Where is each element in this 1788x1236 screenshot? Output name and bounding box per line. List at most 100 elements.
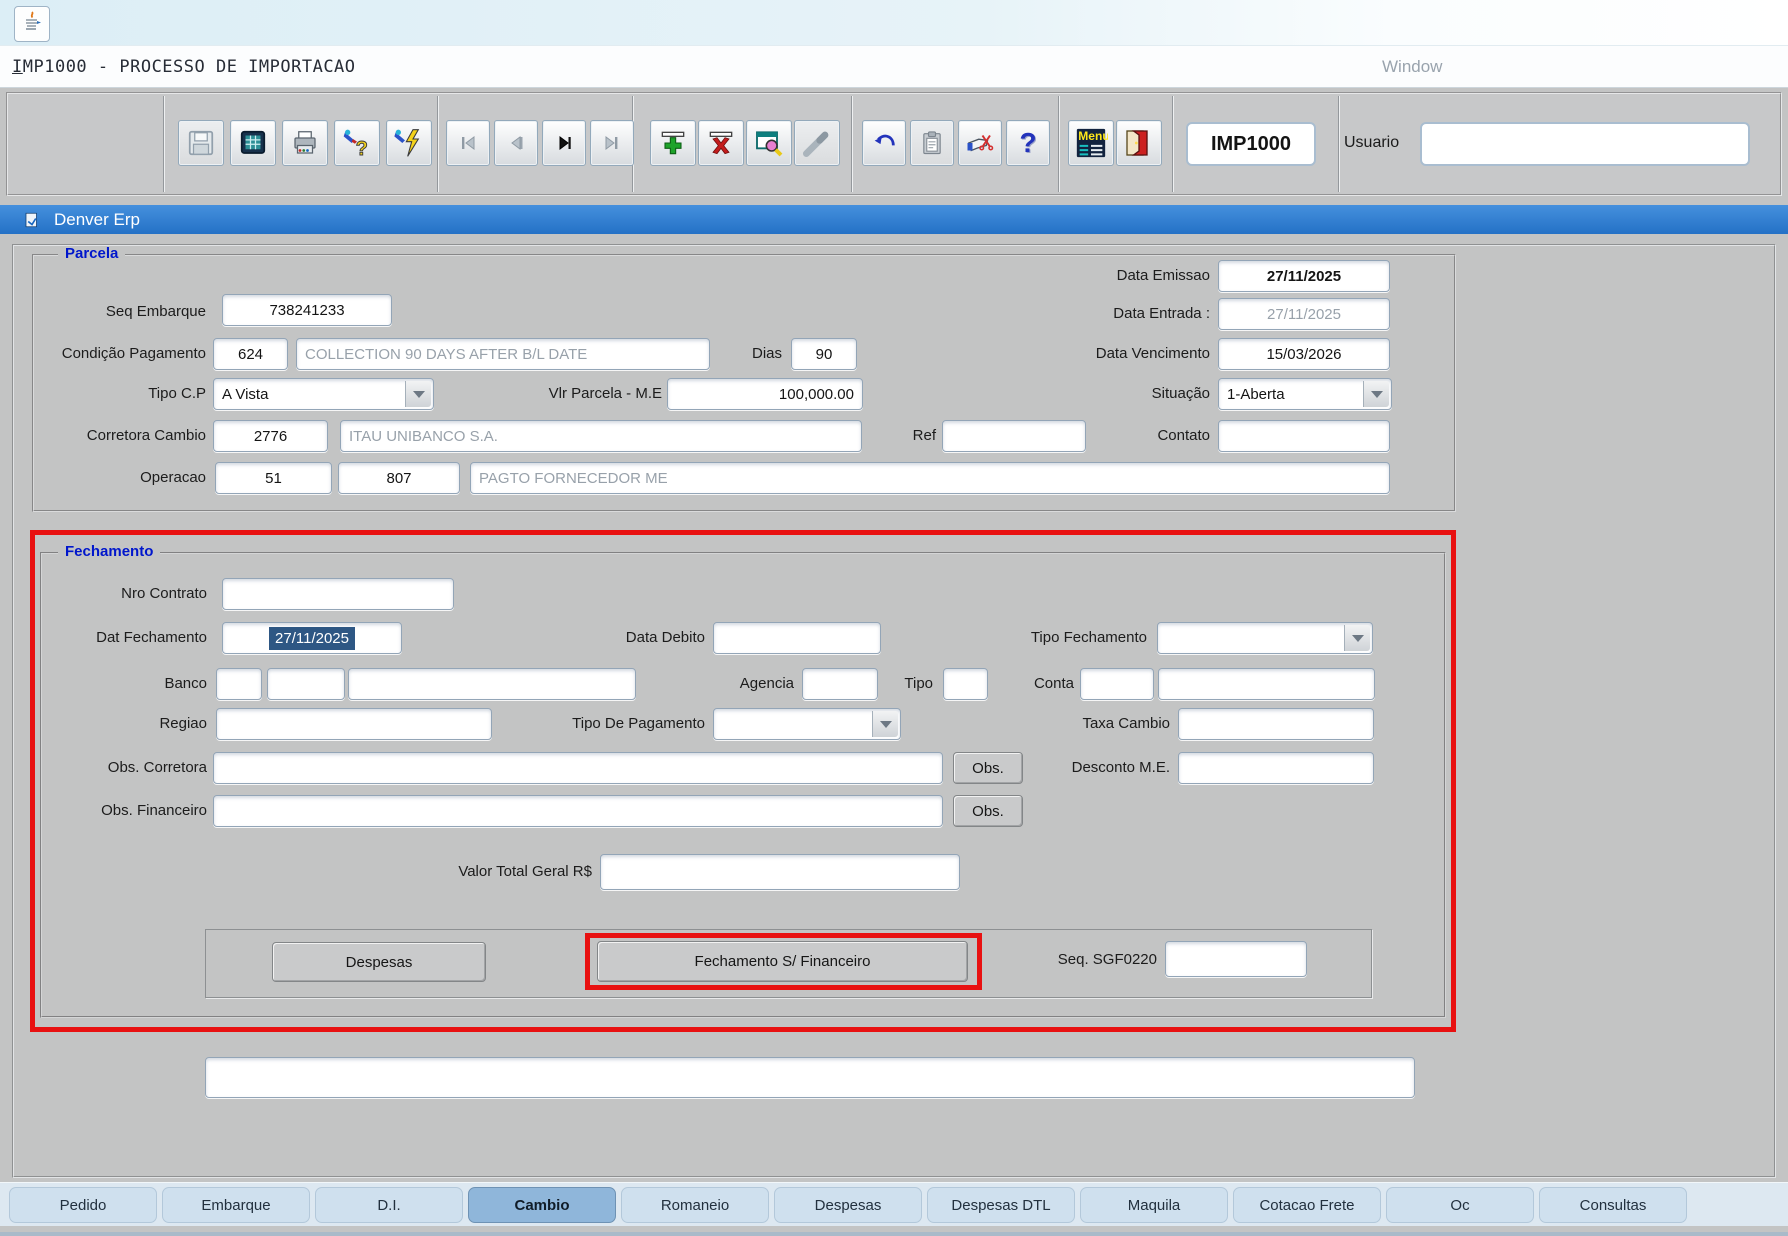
obs-financeiro-label: Obs. Financeiro — [27, 795, 207, 827]
exit-button[interactable] — [1116, 120, 1162, 166]
wand-icon — [801, 127, 833, 159]
nav-prev-button[interactable] — [494, 120, 538, 166]
operacao-code2-field[interactable]: 807 — [338, 462, 460, 494]
brush-question-icon: ? — [341, 127, 373, 159]
tab-embarque[interactable]: Embarque — [162, 1187, 310, 1223]
message-bar-field[interactable] — [205, 1057, 1415, 1098]
seq-sgf0220-field[interactable] — [1165, 941, 1307, 977]
java-coffee-icon — [20, 10, 44, 39]
data-debito-field[interactable] — [713, 622, 881, 654]
data-vencimento-field[interactable]: 15/03/2026 — [1218, 338, 1390, 370]
execute-query-button[interactable] — [386, 120, 432, 166]
obs-financeiro-button[interactable]: Obs. — [953, 795, 1023, 827]
erp-window-titlebar: Denver Erp — [0, 205, 1788, 234]
taxa-cambio-field[interactable] — [1178, 708, 1374, 740]
agencia-field[interactable] — [802, 668, 878, 700]
tab-romaneio[interactable]: Romaneio — [621, 1187, 769, 1223]
menu-button[interactable]: Menu — [1068, 120, 1114, 166]
banco-code2-field[interactable] — [267, 668, 345, 700]
dat-fechamento-field[interactable]: 27/11/2025 — [222, 622, 402, 654]
tab-consultas[interactable]: Consultas — [1539, 1187, 1687, 1223]
help-icon: ? — [1019, 129, 1036, 157]
enter-query-button[interactable]: ? — [334, 120, 380, 166]
seq-embarque-label: Seq Embarque — [36, 296, 206, 328]
nav-next-button[interactable] — [542, 120, 586, 166]
tipo-fechamento-dropdown[interactable] — [1157, 622, 1373, 654]
conta-code-field[interactable] — [1080, 668, 1154, 700]
obs-corretora-button[interactable]: Obs. — [953, 752, 1023, 784]
nro-contrato-field[interactable] — [222, 578, 454, 610]
screen-button[interactable] — [230, 120, 276, 166]
contato-label: Contato — [1060, 420, 1210, 452]
conta-desc-field[interactable] — [1158, 668, 1375, 700]
corretora-cambio-desc-field: ITAU UNIBANCO S.A. — [340, 420, 862, 452]
tab-despesas[interactable]: Despesas — [774, 1187, 922, 1223]
selected-text: 27/11/2025 — [269, 627, 355, 650]
usuario-input[interactable] — [1420, 122, 1750, 166]
fechamento-s-financeiro-button[interactable]: Fechamento S/ Financeiro — [597, 941, 968, 982]
window-menu[interactable]: Window — [1382, 46, 1442, 88]
seq-sgf0220-label: Seq. SGF0220 — [1030, 944, 1157, 976]
tipo-fechamento-label: Tipo Fechamento — [1000, 622, 1147, 654]
tab-cotacao-frete[interactable]: Cotacao Frete — [1233, 1187, 1381, 1223]
erp-window-icon — [22, 210, 42, 230]
desconto-me-label: Desconto M.E. — [1050, 752, 1170, 784]
clipboard-button[interactable] — [910, 120, 954, 166]
menu-strip: IMP1000 - PROCESSO DE IMPORTACAO Window — [0, 46, 1788, 88]
save-button[interactable] — [178, 120, 224, 166]
tipo-cp-dropdown[interactable]: A Vista — [213, 378, 434, 410]
obs-financeiro-field[interactable] — [213, 795, 943, 827]
toolbar-separator — [437, 96, 439, 192]
tipo-pagamento-dropdown[interactable] — [713, 708, 901, 740]
chevron-down-icon — [1344, 625, 1370, 651]
tab-maquila[interactable]: Maquila — [1080, 1187, 1228, 1223]
tab-despesas-dtl[interactable]: Despesas DTL — [927, 1187, 1075, 1223]
undo-button[interactable] — [862, 120, 906, 166]
data-entrada-label: Data Entrada : — [1060, 298, 1210, 330]
desconto-me-field[interactable] — [1178, 752, 1374, 784]
tab-di[interactable]: D.I. — [315, 1187, 463, 1223]
find-query-button[interactable] — [746, 120, 792, 166]
corretora-cambio-code-field[interactable]: 2776 — [213, 420, 328, 452]
tab-oc[interactable]: Oc — [1386, 1187, 1534, 1223]
help-button[interactable]: ? — [1006, 120, 1050, 166]
banco-code1-field[interactable] — [216, 668, 262, 700]
contato-field[interactable] — [1218, 420, 1390, 452]
svg-text:Menu: Menu — [1078, 129, 1108, 143]
tipo-field[interactable] — [943, 668, 988, 700]
menu-icon: Menu — [1074, 126, 1108, 160]
window-titlebar — [0, 0, 1788, 46]
delete-record-button[interactable] — [698, 120, 744, 166]
seq-embarque-field[interactable]: 738241233 — [222, 294, 392, 326]
despesas-button[interactable]: Despesas — [272, 942, 486, 982]
dat-fechamento-label: Dat Fechamento — [27, 622, 207, 654]
condicao-pagamento-code-field[interactable]: 624 — [213, 338, 288, 370]
agencia-label: Agencia — [714, 668, 794, 700]
shortcut-cut-button[interactable] — [958, 120, 1002, 166]
tipo-label: Tipo — [896, 668, 933, 700]
java-app-button[interactable] — [14, 6, 50, 42]
toolbar-separator — [851, 96, 853, 192]
vlr-parcela-label: Vlr Parcela - M.E — [500, 378, 662, 410]
tab-pedido[interactable]: Pedido — [9, 1187, 157, 1223]
situacao-dropdown[interactable]: 1-Aberta — [1218, 378, 1392, 410]
nav-first-button[interactable] — [446, 120, 490, 166]
tipo-pagamento-label: Tipo De Pagamento — [540, 708, 705, 740]
module-code-box: IMP1000 — [1186, 122, 1316, 166]
edit-wand-button[interactable] — [794, 120, 840, 166]
banco-desc-field[interactable] — [348, 668, 636, 700]
valor-total-label: Valor Total Geral R$ — [412, 856, 592, 888]
tab-cambio[interactable]: Cambio — [468, 1187, 616, 1223]
add-record-button[interactable] — [650, 120, 696, 166]
obs-corretora-field[interactable] — [213, 752, 943, 784]
dias-field[interactable]: 90 — [791, 338, 857, 370]
data-emissao-field[interactable]: 27/11/2025 — [1218, 260, 1390, 292]
clipboard-icon — [918, 129, 946, 157]
operacao-code1-field[interactable]: 51 — [215, 462, 332, 494]
print-button[interactable] — [282, 120, 328, 166]
nav-last-button[interactable] — [590, 120, 634, 166]
regiao-field[interactable] — [216, 708, 492, 740]
vlr-parcela-field[interactable]: 100,000.00 — [667, 378, 863, 410]
valor-total-field[interactable] — [600, 854, 960, 890]
nav-next-icon — [552, 131, 576, 155]
